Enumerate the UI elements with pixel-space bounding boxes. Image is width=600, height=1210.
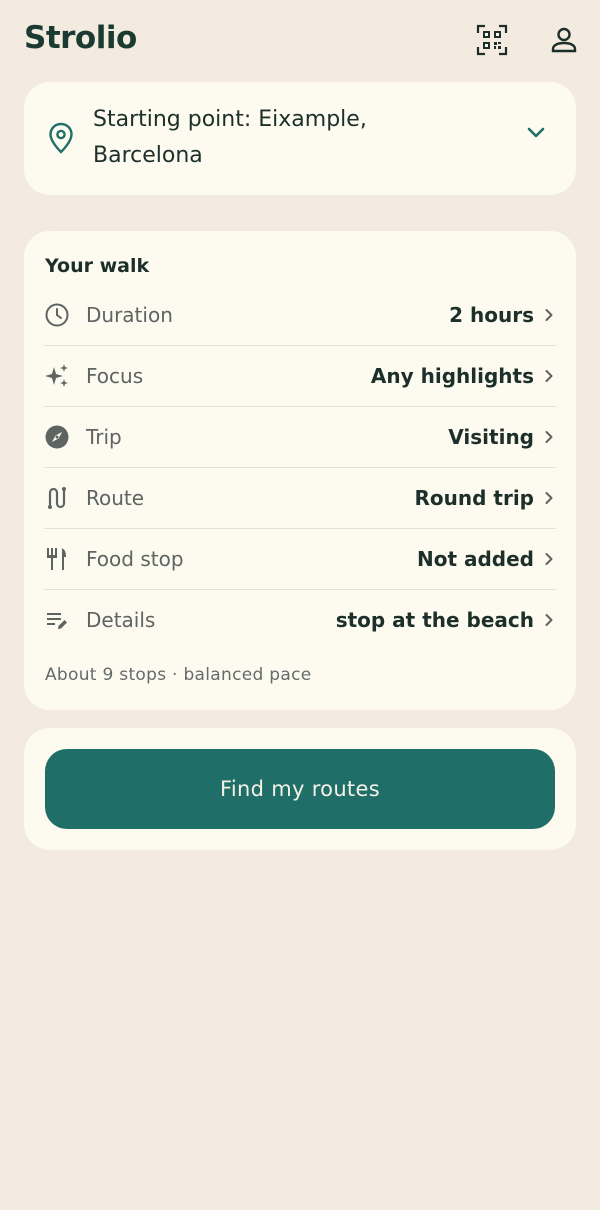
setting-row-food-stop[interactable]: Food stop Not added [44, 528, 556, 589]
clock-icon [44, 302, 70, 328]
map-pin-icon [49, 122, 73, 154]
setting-value: Any highlights [370, 363, 534, 388]
setting-row-focus[interactable]: Focus Any highlights [44, 345, 556, 406]
setting-label: Route [86, 485, 145, 510]
app-title: Strolio [24, 20, 137, 56]
setting-label: Focus [86, 363, 144, 388]
setting-value: Round trip [414, 485, 535, 510]
chevron-right-icon [542, 430, 556, 444]
setting-row-trip[interactable]: Trip Visiting [44, 406, 556, 467]
app-header: Strolio [0, 0, 600, 80]
setting-label: Trip [86, 424, 122, 449]
qr-scan-button[interactable] [474, 22, 510, 58]
person-icon [551, 27, 577, 53]
chevron-right-icon [542, 613, 556, 627]
setting-value: Not added [416, 546, 534, 571]
setting-value: 2 hours [449, 302, 534, 327]
utensils-icon [44, 546, 70, 572]
chevron-right-icon [542, 369, 556, 383]
starting-point-selector[interactable]: Starting point: Eixample, Barcelona [24, 82, 576, 195]
route-icon [44, 485, 70, 511]
walk-summary: About 9 stops · balanced pace [45, 665, 312, 685]
chevron-down-icon [527, 127, 545, 138]
setting-value: stop at the beach [335, 607, 534, 632]
setting-row-details[interactable]: Details stop at the beach [44, 589, 556, 650]
starting-point-label: Starting point: Eixample, Barcelona [93, 107, 367, 168]
walk-section-title: Your walk [45, 255, 150, 277]
chevron-right-icon [542, 552, 556, 566]
setting-value: Visiting [448, 424, 534, 449]
sparkle-icon [44, 363, 70, 389]
cta-card: Find my routes [24, 728, 576, 850]
chevron-right-icon [542, 308, 556, 322]
setting-label: Food stop [86, 546, 184, 571]
setting-row-route[interactable]: Route Round trip [44, 467, 556, 528]
profile-button[interactable] [546, 22, 582, 58]
edit-notes-icon [44, 607, 70, 633]
setting-row-duration[interactable]: Duration 2 hours [44, 284, 556, 345]
walk-settings-card: Your walk Duration 2 hours Focus Any hig… [24, 231, 576, 710]
find-routes-button[interactable]: Find my routes [45, 749, 555, 829]
compass-icon [44, 424, 70, 450]
setting-label: Details [86, 607, 156, 632]
qr-code-icon [476, 24, 508, 56]
chevron-right-icon [542, 491, 556, 505]
setting-label: Duration [86, 302, 173, 327]
